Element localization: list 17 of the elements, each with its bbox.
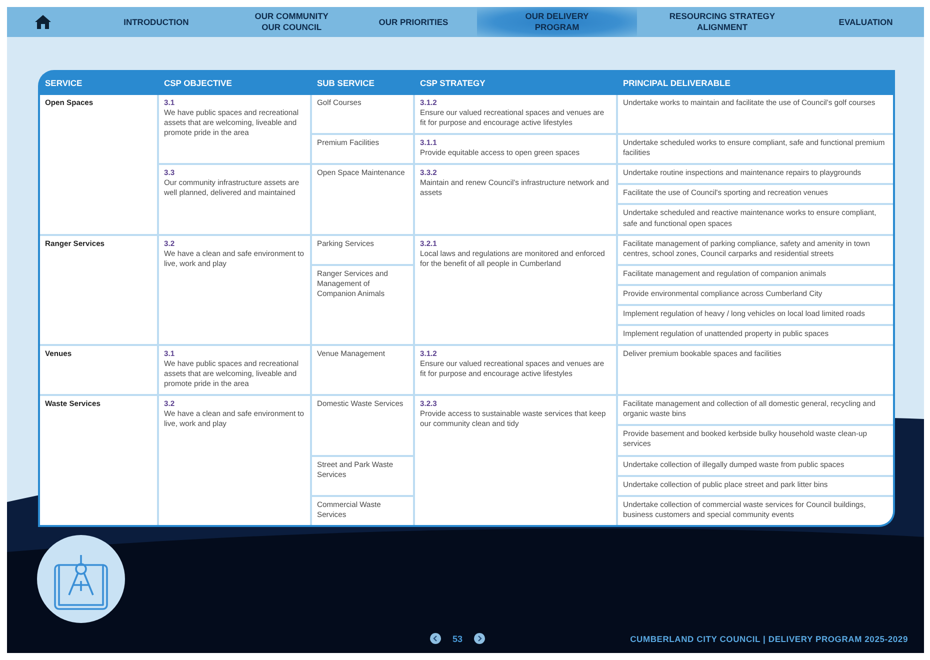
column-header: CSP STRATEGY — [419, 78, 486, 88]
nav-tab[interactable]: RESOURCING STRATEGY ALIGNMENT — [636, 7, 808, 37]
column-header: PRINCIPAL DELIVERABLE — [622, 78, 732, 88]
nav-tab[interactable]: INTRODUCTION — [79, 7, 234, 37]
page-number: 53 — [452, 634, 462, 644]
next-page-icon[interactable] — [474, 633, 484, 644]
compass-blueprint-icon — [37, 535, 125, 623]
nav-tab[interactable]: EVALUATION — [808, 7, 924, 37]
nav-tab[interactable]: OUR DELIVERY PROGRAM — [477, 7, 637, 37]
home-icon[interactable] — [34, 14, 52, 30]
footer-title: CUMBERLAND CITY COUNCIL | DELIVERY PROGRAM 2025-2029 — [630, 634, 908, 644]
nav-tab[interactable]: OUR COMMUNITY OUR COUNCIL — [233, 7, 350, 37]
column-header: SUB SERVICE — [316, 78, 376, 88]
previous-page-icon[interactable] — [430, 633, 442, 644]
column-header: SERVICE — [44, 78, 84, 88]
column-header: CSP OBJECTIVE — [163, 78, 233, 88]
nav-tab[interactable]: OUR PRIORITIES — [350, 7, 478, 37]
